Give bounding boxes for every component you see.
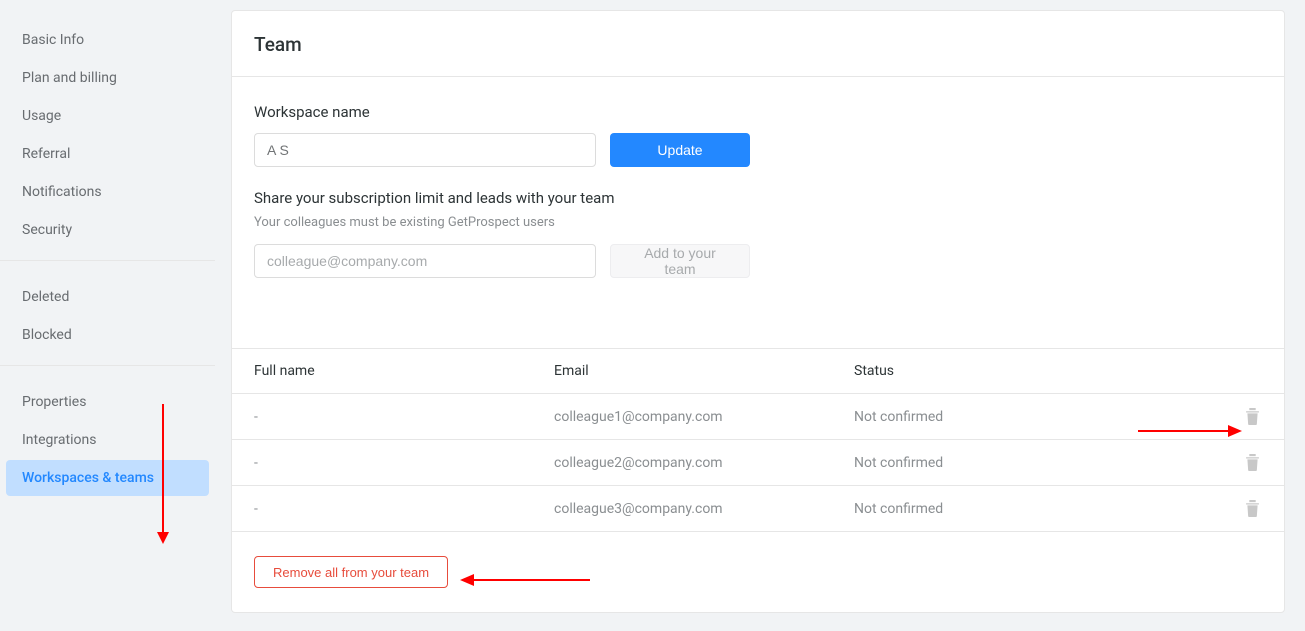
- share-hint: Your colleagues must be existing GetPros…: [254, 215, 1262, 230]
- sidebar-divider: [0, 365, 215, 366]
- col-header-email: Email: [554, 363, 854, 379]
- sidebar-item-basic-info[interactable]: Basic Info: [0, 22, 215, 58]
- cell-status: Not confirmed: [854, 409, 1222, 425]
- sidebar-item-usage[interactable]: Usage: [0, 98, 215, 134]
- sidebar-item-deleted[interactable]: Deleted: [0, 279, 215, 315]
- cell-name: -: [254, 455, 554, 471]
- workspace-name-label: Workspace name: [254, 103, 1262, 121]
- sidebar-item-integrations[interactable]: Integrations: [0, 422, 215, 458]
- cell-email: colleague1@company.com: [554, 409, 854, 425]
- cell-status: Not confirmed: [854, 455, 1222, 471]
- main-content: Team Workspace name Update Share your su…: [215, 0, 1305, 631]
- sidebar-divider: [0, 260, 215, 261]
- page-title: Team: [254, 33, 1262, 56]
- cell-status: Not confirmed: [854, 501, 1222, 517]
- cell-email: colleague3@company.com: [554, 501, 854, 517]
- workspace-name-input[interactable]: [254, 133, 596, 167]
- table-row: -colleague1@company.comNot confirmed: [232, 394, 1284, 440]
- sidebar-item-workspaces-teams[interactable]: Workspaces & teams: [6, 460, 209, 496]
- col-header-name: Full name: [254, 363, 554, 379]
- card-header: Team: [232, 11, 1284, 77]
- table-row: -colleague2@company.comNot confirmed: [232, 440, 1284, 486]
- cell-name: -: [254, 501, 554, 517]
- add-email-input[interactable]: [254, 244, 596, 278]
- workspace-section: Workspace name Update Share your subscri…: [232, 77, 1284, 348]
- add-to-team-button[interactable]: Add to your team: [610, 244, 750, 278]
- sidebar-item-plan-and-billing[interactable]: Plan and billing: [0, 60, 215, 96]
- trash-icon[interactable]: [1243, 498, 1262, 519]
- table-header-row: Full name Email Status: [232, 349, 1284, 394]
- trash-icon[interactable]: [1243, 406, 1262, 427]
- sidebar-item-properties[interactable]: Properties: [0, 384, 215, 420]
- cell-name: -: [254, 409, 554, 425]
- sidebar-item-blocked[interactable]: Blocked: [0, 317, 215, 353]
- cell-email: colleague2@company.com: [554, 455, 854, 471]
- sidebar-item-notifications[interactable]: Notifications: [0, 174, 215, 210]
- sidebar: Basic InfoPlan and billingUsageReferralN…: [0, 0, 215, 631]
- sidebar-item-referral[interactable]: Referral: [0, 136, 215, 172]
- remove-all-button[interactable]: Remove all from your team: [254, 556, 448, 588]
- trash-icon[interactable]: [1243, 452, 1262, 473]
- team-card: Team Workspace name Update Share your su…: [231, 10, 1285, 613]
- table-row: -colleague3@company.comNot confirmed: [232, 486, 1284, 532]
- team-table: Full name Email Status -colleague1@compa…: [232, 348, 1284, 612]
- update-button[interactable]: Update: [610, 133, 750, 167]
- sidebar-item-security[interactable]: Security: [0, 212, 215, 248]
- col-header-status: Status: [854, 363, 1222, 379]
- table-footer: Remove all from your team: [232, 532, 1284, 612]
- share-heading: Share your subscription limit and leads …: [254, 189, 1262, 207]
